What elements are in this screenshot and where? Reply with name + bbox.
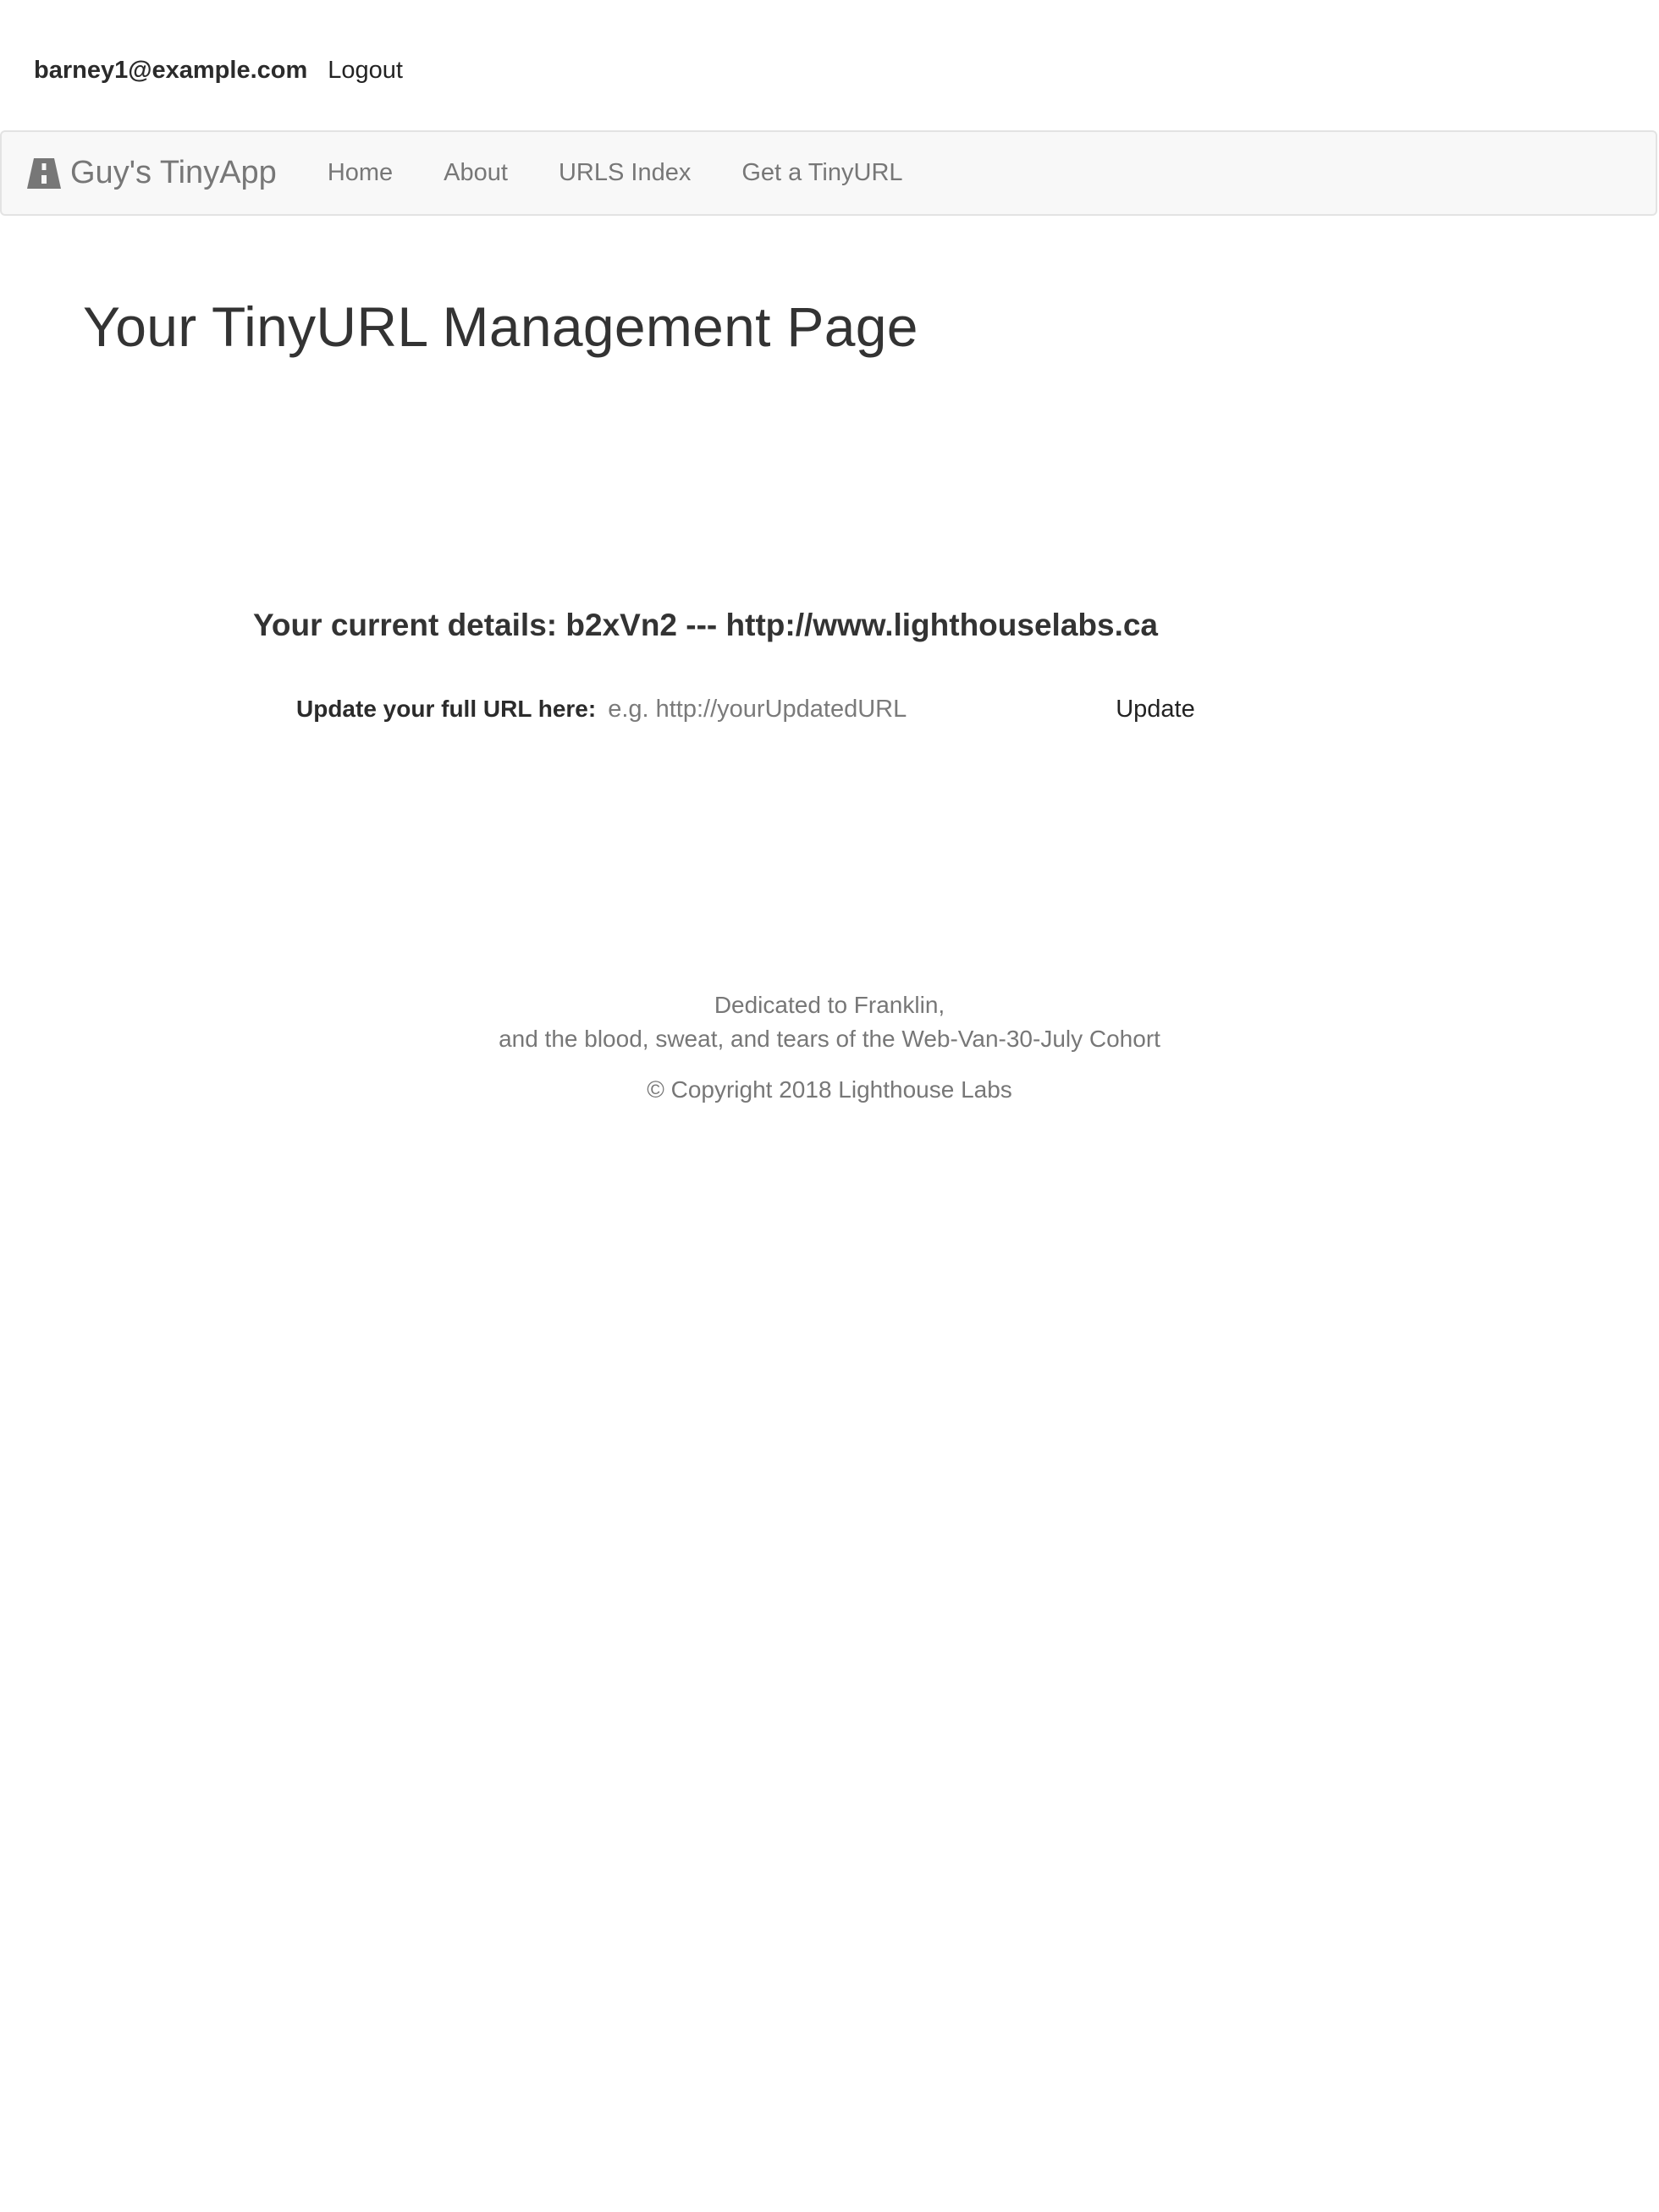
road-icon bbox=[25, 157, 63, 190]
dedication-line-1: Dedicated to Franklin, bbox=[714, 992, 945, 1018]
nav-item-get-tinyurl[interactable]: Get a TinyURL bbox=[741, 159, 902, 187]
nav-item-urls-index[interactable]: URLS Index bbox=[559, 159, 691, 187]
logout-link[interactable]: Logout bbox=[328, 57, 403, 85]
navbar: Guy's TinyApp Home About URLS Index Get … bbox=[0, 130, 1657, 216]
user-email: barney1@example.com bbox=[34, 56, 308, 84]
update-url-label: Update your full URL here: bbox=[296, 696, 597, 722]
footer: Dedicated to Franklin, and the blood, sw… bbox=[0, 988, 1659, 1107]
brand-link[interactable]: Guy's TinyApp bbox=[25, 155, 277, 191]
update-url-form: Update your full URL here: Update bbox=[296, 689, 1195, 729]
user-bar: barney1@example.com Logout bbox=[34, 51, 403, 90]
update-button[interactable]: Update bbox=[1116, 696, 1195, 724]
dedication-line-2: and the blood, sweat, and tears of the W… bbox=[499, 1026, 1160, 1052]
page-title: Your TinyURL Management Page bbox=[83, 295, 918, 358]
nav-items: Home About URLS Index Get a TinyURL bbox=[304, 159, 930, 187]
update-url-input[interactable] bbox=[608, 691, 1116, 728]
nav-item-home[interactable]: Home bbox=[328, 159, 393, 187]
nav-item-about[interactable]: About bbox=[444, 159, 508, 187]
current-details: Your current details: b2xVn2 --- http://… bbox=[253, 608, 1159, 642]
brand-label: Guy's TinyApp bbox=[70, 155, 277, 190]
copyright: © Copyright 2018 Lighthouse Labs bbox=[647, 1076, 1012, 1103]
